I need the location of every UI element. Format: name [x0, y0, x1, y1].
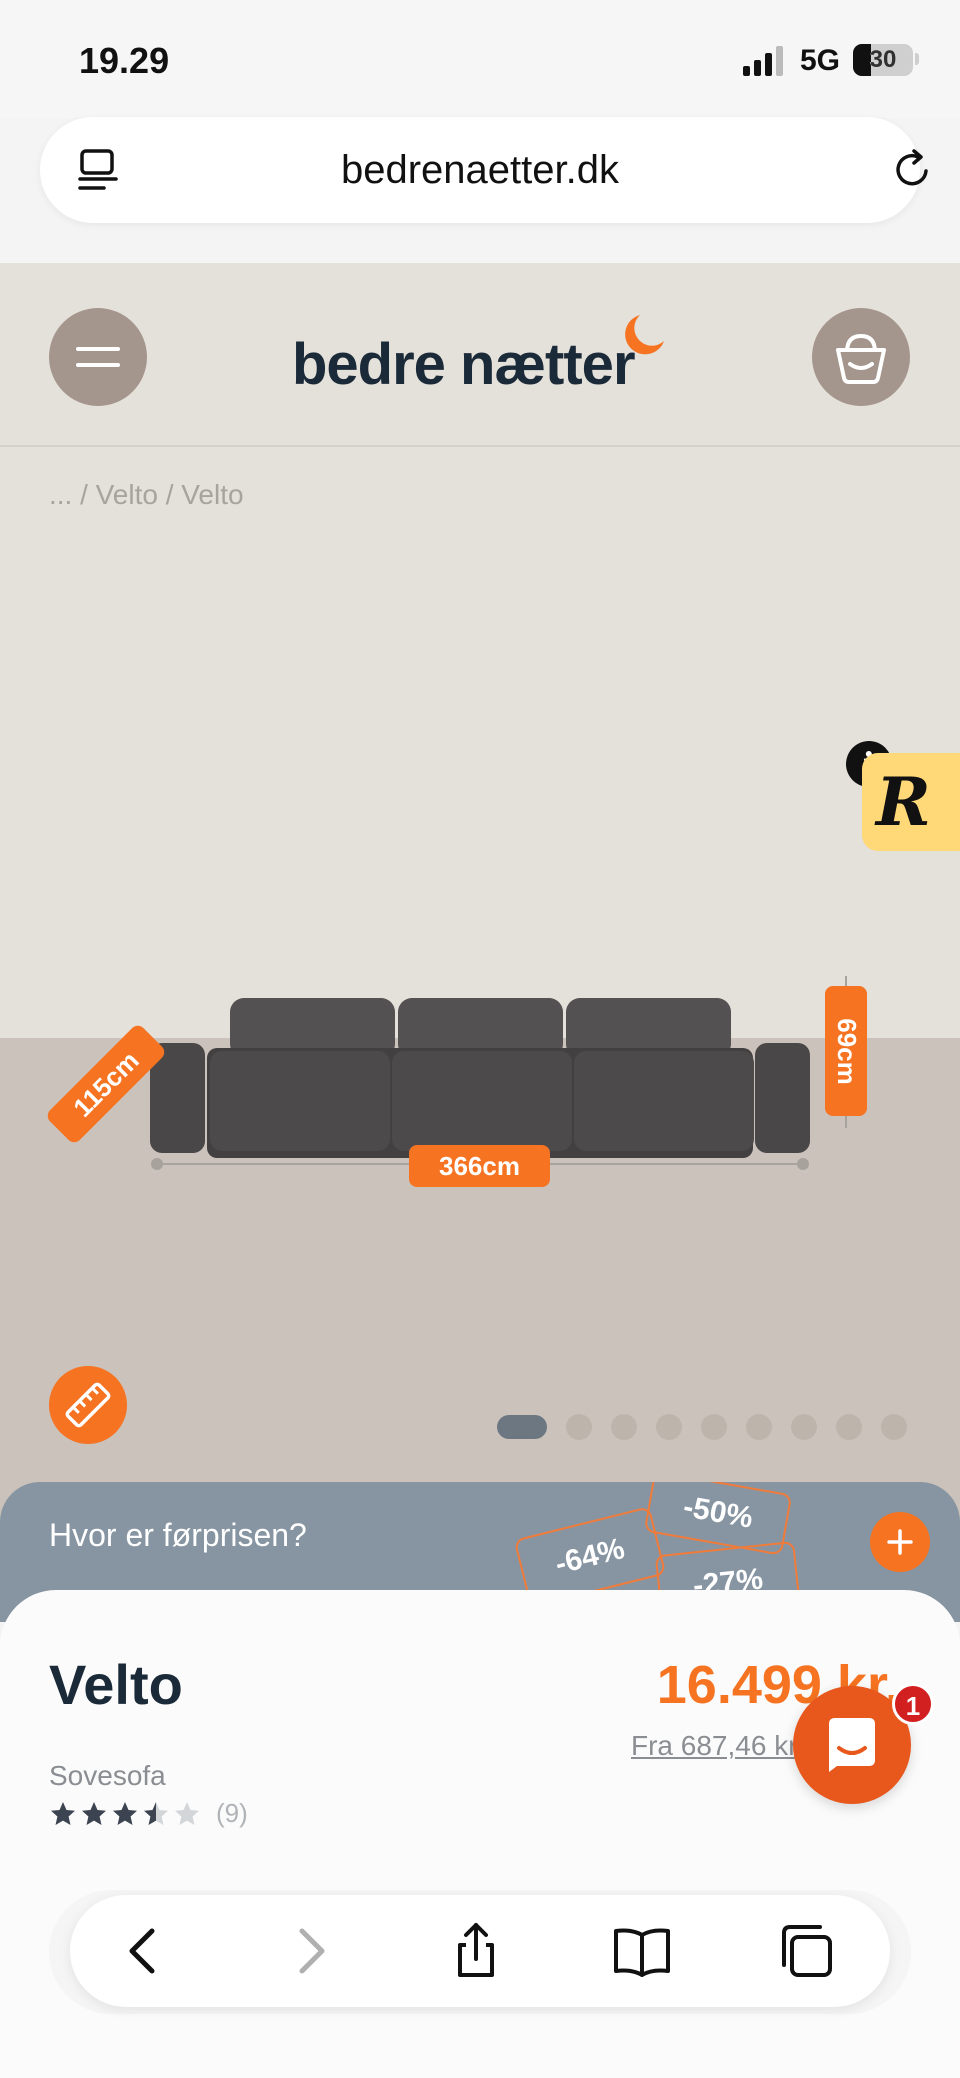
height-label-badge: 69cm: [825, 986, 867, 1116]
browser-toolbar: [70, 1895, 890, 2007]
gallery-dot[interactable]: [611, 1414, 637, 1440]
width-label: 366cm: [409, 1145, 550, 1187]
basket-button[interactable]: [812, 308, 910, 406]
gallery-dot[interactable]: [881, 1414, 907, 1440]
reload-icon[interactable]: [890, 147, 936, 193]
signal-icon: [743, 46, 783, 76]
status-bar: 19.29 5G 30: [0, 0, 960, 118]
gallery-dot[interactable]: [791, 1414, 817, 1440]
product-type: Sovesofa: [49, 1760, 166, 1791]
tabs-icon[interactable]: [776, 1921, 836, 1981]
reviews-logo: R: [876, 763, 931, 841]
gallery-dot[interactable]: [497, 1415, 547, 1439]
product-name: Velto: [49, 1653, 183, 1716]
sofa-image[interactable]: [150, 998, 810, 1408]
expand-button[interactable]: [870, 1512, 930, 1572]
reviews-widget[interactable]: R: [862, 753, 960, 851]
network-type: 5G: [800, 44, 841, 77]
height-label: 69cm: [831, 1017, 862, 1085]
battery-level: 30: [869, 46, 897, 73]
share-icon[interactable]: [446, 1921, 506, 1981]
gallery-dot[interactable]: [836, 1414, 862, 1440]
star-icon: [82, 1801, 106, 1825]
rating-stars[interactable]: (9): [49, 1798, 248, 1829]
review-count[interactable]: (9): [216, 1798, 248, 1829]
breadcrumb[interactable]: ... / Velto / Velto: [49, 479, 244, 511]
url-text[interactable]: bedrenaetter.dk: [40, 148, 920, 193]
chat-notification-badge: 1: [892, 1683, 934, 1725]
measure-button[interactable]: [49, 1366, 127, 1444]
back-icon[interactable]: [114, 1921, 174, 1981]
gallery-dot[interactable]: [746, 1414, 772, 1440]
gallery-dot[interactable]: [656, 1414, 682, 1440]
ruler-icon: [65, 1382, 111, 1428]
status-time: 19.29: [79, 40, 170, 81]
menu-icon: [76, 347, 120, 367]
menu-button[interactable]: [49, 308, 147, 406]
star-icon: [144, 1801, 168, 1825]
forward-icon[interactable]: [280, 1921, 340, 1981]
bookmarks-icon[interactable]: [612, 1921, 672, 1981]
prior-price-question[interactable]: Hvor er førprisen?: [49, 1517, 307, 1554]
gallery-dot[interactable]: [566, 1414, 592, 1440]
gallery-pagination: [497, 1414, 907, 1440]
basket-icon: [836, 333, 886, 384]
star-icon: [51, 1801, 75, 1825]
moon-icon: [625, 315, 664, 355]
site-content: bedre nætter ... / Velto / Velto 366cm 1…: [0, 263, 960, 1593]
site-header: bedre nætter: [0, 263, 960, 447]
star-icon: [113, 1801, 137, 1825]
star-icon: [175, 1801, 199, 1825]
battery-tip: [915, 53, 919, 65]
address-bar[interactable]: bedrenaetter.dk: [40, 117, 928, 223]
gallery-dot[interactable]: [701, 1414, 727, 1440]
site-logo[interactable]: bedre nætter: [292, 331, 636, 398]
battery-icon: 30: [853, 44, 913, 76]
plus-icon: [887, 1529, 913, 1555]
